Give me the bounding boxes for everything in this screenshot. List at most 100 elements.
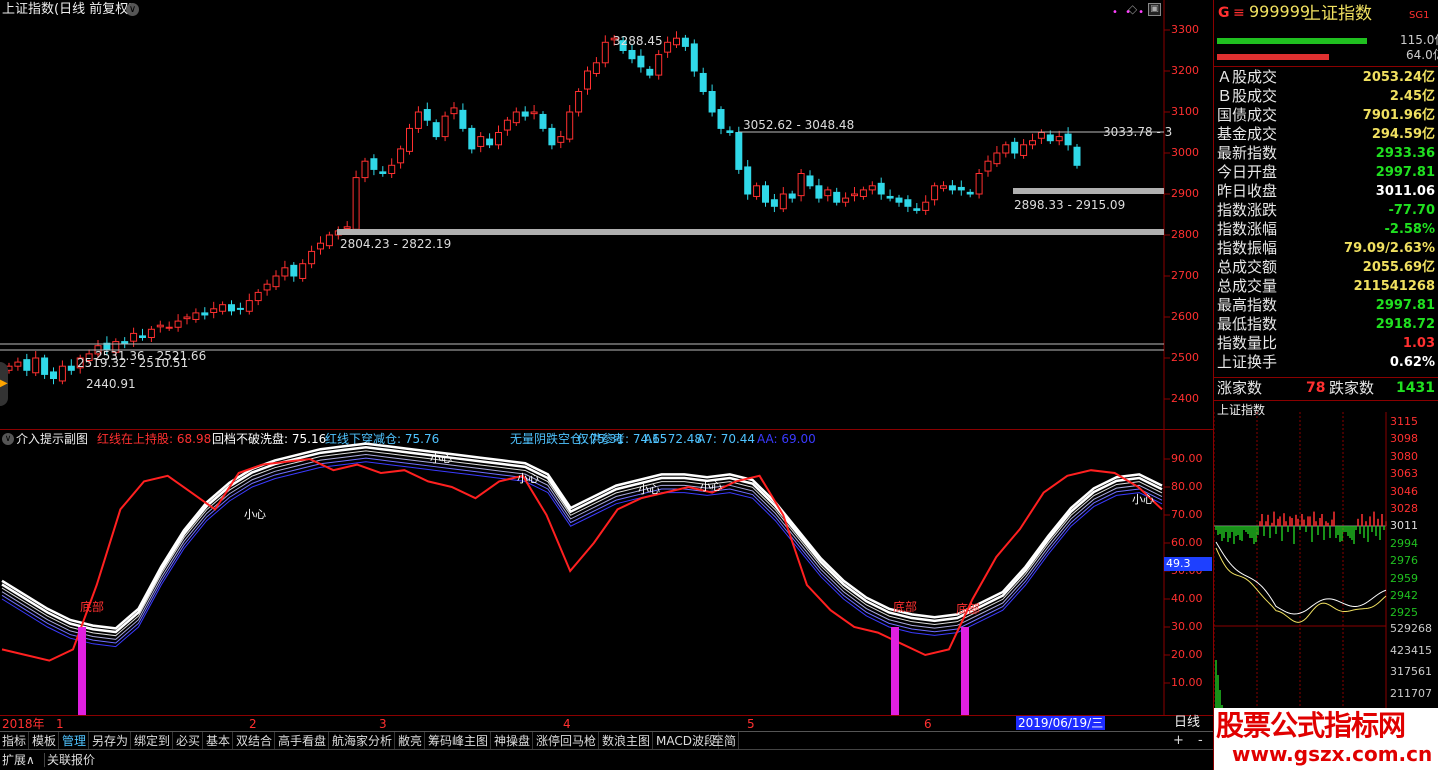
candle-body [833,191,841,203]
bottom-signal-bar [891,627,899,715]
toolbar-tab-14[interactable]: 数浪主图 [600,732,654,750]
mini-tick: 211707 [1390,686,1432,700]
toolbar-tab-8[interactable]: 高手看盘 [276,732,330,750]
toolbar-tab-1[interactable]: 模板 [30,732,60,750]
stat-value: 1.03 [1402,336,1435,351]
candle-body [192,312,200,320]
toolbar-tab-9[interactable]: 航海家分析 [330,732,396,750]
price-tick: 2700 [1171,269,1199,282]
indicator-panel[interactable]: ∨ 介入提示副图 红线在上持股: 68.98 回档不破洗盘: 75.16 红线下穿减… [0,430,1213,715]
toolbar-tab-7[interactable]: 双结合 [234,732,276,750]
caution-annotation: 小心 [517,472,539,485]
indicator-tick: 30.00 [1171,620,1203,633]
scroll-handle[interactable]: ▶ [0,362,8,406]
candle-body [592,62,600,74]
stat-row: 指数振幅 79.09/2.63% [1214,239,1438,258]
fall-label: 跌家数 [1329,379,1375,397]
expand-button[interactable]: 扩展∧ [2,753,35,767]
month-5: 5 [747,717,755,731]
mini-tick: 2976 [1390,554,1418,568]
candle-body [147,328,155,338]
stat-label: 总成交量 [1217,277,1278,295]
current-value-marker: 49.3 [1164,557,1212,571]
candle-body [325,234,333,247]
candle-body [948,185,956,191]
stat-row: 最高指数 2997.81 [1214,296,1438,315]
main-chart[interactable]: 上证指数(日线 前复权) ∨ • • • ◇ ▣ 3300 3200 3100 300… [0,0,1213,430]
candle-body [797,173,805,197]
price-tick: 2400 [1171,392,1199,405]
candle-body [165,326,173,329]
candle-body [726,130,734,134]
stat-value: 2055.69亿 [1362,260,1435,275]
support-band [1013,188,1164,194]
candle-body [245,300,253,312]
candle-body [690,43,698,72]
stat-label: 指数量比 [1217,334,1278,352]
candle-body [299,263,307,279]
menu-icon[interactable]: ≡ [1233,6,1245,20]
candle-body [806,175,814,187]
candle-body [468,127,476,150]
stat-label: 基金成交 [1217,125,1278,143]
related-quotes-button[interactable]: 关联报价 [44,753,95,767]
toolbar-tab-0[interactable]: 指标 [0,732,30,750]
toolbar-tab-13[interactable]: 涨停回马枪 [534,732,600,750]
stat-row: 总成交量 211541268 [1214,277,1438,296]
candle-body [236,307,244,310]
candle-body [664,41,672,53]
candle-body [655,54,663,76]
indicator-tick: 10.00 [1171,676,1203,689]
price-label-low: 2440.91 [86,377,136,391]
zoom-out-button[interactable]: - [1198,734,1203,748]
candle-body [548,127,556,146]
stat-label: Ｂ股成交 [1217,87,1278,105]
candle-body [966,191,974,195]
toolbar-tab-2[interactable]: 管理 [60,732,90,750]
toolbar-tab-6[interactable]: 基本 [204,732,234,750]
price-axis: 3300 3200 3100 3000 2900 2800 2700 2600 2500 2400 [1165,0,1213,430]
candle-body [432,122,440,138]
price-tick: 2600 [1171,310,1199,323]
stat-value: 2918.72 [1375,317,1435,332]
period-label[interactable]: 日线 [1174,716,1200,730]
stat-label: 国债成交 [1217,106,1278,124]
caution-annotation: 小心 [700,480,722,493]
watermark: 股票公式指标网 www.gszx.com.cn [1214,708,1438,770]
candle-body [708,91,716,113]
stat-row: 基金成交 294.59亿 [1214,125,1438,144]
ma-line [1,445,1163,634]
candle-body [779,193,787,210]
candle-body [931,185,939,201]
candle-body [495,132,502,146]
zoom-in-button[interactable]: + [1173,734,1184,748]
bottom-annotation: 底部 [956,602,981,616]
mini-tick: 2994 [1390,536,1418,550]
candle-body [228,304,235,312]
toolbar-tab-4[interactable]: 绑定到 [132,732,174,750]
stat-value: 7901.96亿 [1362,108,1435,123]
candle-body [272,275,280,288]
toolbar-tab-12[interactable]: 神操盘 [492,732,534,750]
toolbar-tab-5[interactable]: 必买 [174,732,204,750]
stock-badge: SG1 [1409,10,1430,21]
bottom-signal-bar [78,627,86,715]
candle-body [762,185,769,203]
toolbar-tab-16[interactable]: 至简 [710,732,740,750]
stat-row: 最新指数 2933.36 [1214,144,1438,163]
candle-body [156,324,164,328]
candle-body [637,55,645,68]
price-tick: 3000 [1171,146,1199,159]
candle-body [210,308,218,313]
support-band [337,229,1164,235]
month-1: 1 [56,717,64,731]
rise-count: 78 [1306,380,1326,396]
toolbar-tab-11[interactable]: 筹码峰主图 [426,732,492,750]
bottom-annotation: 底部 [893,600,918,614]
buy-volume-bar [1217,38,1367,44]
candle-body [575,91,583,113]
toolbar-tab-3[interactable]: 另存为 [90,732,132,750]
toolbar-tab-10[interactable]: 敝亮 [396,732,426,750]
candle-body [308,250,316,265]
candle-body [530,111,538,115]
